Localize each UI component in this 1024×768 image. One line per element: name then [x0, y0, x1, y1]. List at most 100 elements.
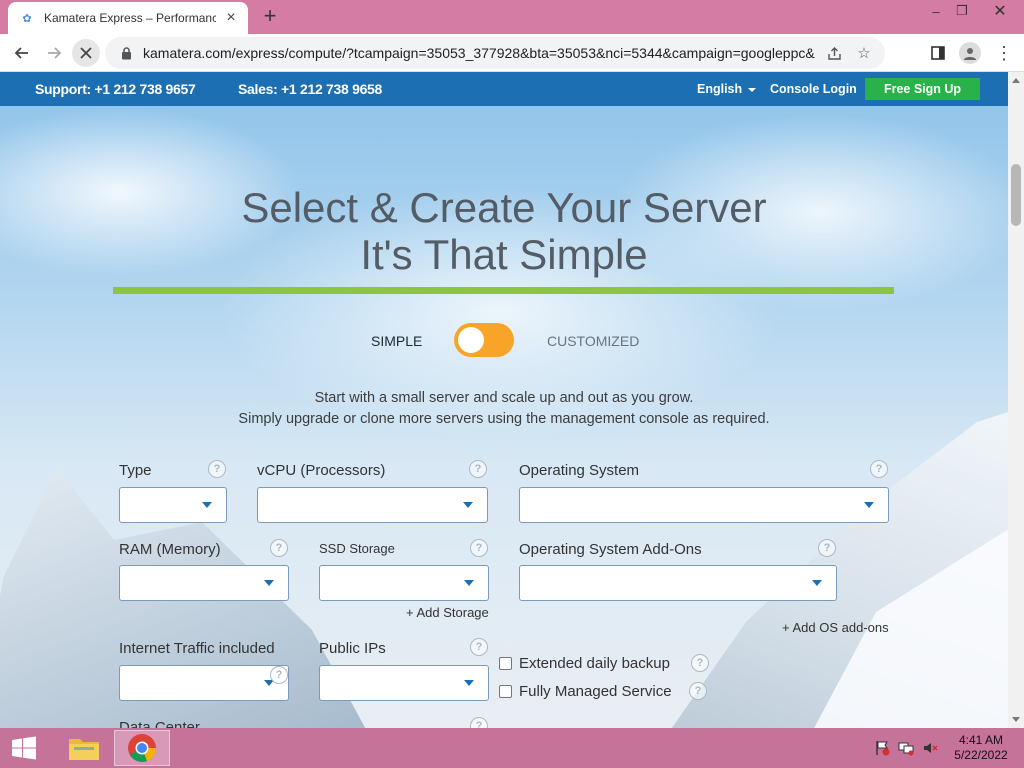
managed-service-checkbox[interactable] — [499, 685, 512, 698]
public-ips-select[interactable] — [319, 665, 489, 701]
stop-loading-button[interactable] — [72, 39, 100, 67]
mode-customized-label[interactable]: CUSTOMIZED — [547, 333, 639, 349]
browser-toolbar: kamatera.com/express/compute/?tcampaign=… — [0, 34, 1024, 72]
caret-down-icon — [864, 502, 874, 508]
title-line-2: It's That Simple — [360, 231, 648, 278]
free-signup-button[interactable]: Free Sign Up — [865, 78, 980, 100]
profile-avatar[interactable] — [959, 42, 981, 64]
data-center-help-icon[interactable]: ? — [470, 717, 488, 728]
chrome-taskbar-button[interactable] — [114, 730, 170, 766]
folder-icon — [69, 739, 99, 760]
windows-logo-icon — [12, 736, 36, 760]
system-clock[interactable]: 4:41 AM 5/22/2022 — [948, 733, 1014, 763]
url-text: kamatera.com/express/compute/?tcampaign=… — [143, 45, 815, 61]
type-select[interactable] — [119, 487, 227, 523]
clock-date: 5/22/2022 — [954, 748, 1008, 762]
scroll-up-arrow-icon[interactable] — [1012, 78, 1020, 83]
os-label: Operating System — [519, 462, 640, 479]
type-label: Type — [119, 462, 152, 479]
ram-help-icon[interactable]: ? — [270, 539, 288, 557]
traffic-help-icon[interactable]: ? — [270, 666, 288, 684]
side-panel-button[interactable] — [924, 39, 952, 67]
new-tab-button[interactable]: + — [258, 3, 282, 28]
daily-backup-checkbox[interactable] — [499, 657, 512, 670]
network-icon[interactable] — [898, 740, 914, 756]
close-window-button[interactable]: ✕ — [984, 0, 1016, 22]
add-os-addons-link[interactable]: + Add OS add-ons — [782, 620, 889, 635]
restore-window-button[interactable]: ❐ — [946, 0, 978, 22]
caret-down-icon — [464, 580, 474, 586]
action-center-flag-icon[interactable] — [874, 740, 890, 756]
internet-traffic-select[interactable] — [119, 665, 289, 701]
os-addons-select[interactable] — [519, 565, 837, 601]
kamatera-favicon-icon: ✿ — [22, 12, 32, 25]
browser-titlebar: ✿ Kamatera Express – Performance × + – ❐… — [0, 0, 1024, 34]
caret-down-icon — [464, 680, 474, 686]
intro-text: Start with a small server and scale up a… — [0, 388, 1008, 430]
volume-muted-icon[interactable] — [922, 740, 938, 756]
title-divider — [113, 287, 894, 294]
os-addons-label: Operating System Add-Ons — [519, 541, 702, 558]
ram-select[interactable] — [119, 565, 289, 601]
public-ips-help-icon[interactable]: ? — [470, 638, 488, 656]
browser-tab[interactable]: ✿ Kamatera Express – Performance × — [8, 2, 248, 34]
file-explorer-taskbar-button[interactable] — [56, 730, 112, 766]
internet-traffic-label: Internet Traffic included — [119, 640, 275, 657]
caret-down-icon — [812, 580, 822, 586]
start-button[interactable] — [4, 732, 44, 764]
arrow-left-icon — [14, 47, 28, 59]
daily-backup-help-icon[interactable]: ? — [691, 654, 709, 672]
ssd-help-icon[interactable]: ? — [470, 539, 488, 557]
language-selector[interactable]: English — [697, 82, 757, 96]
public-ips-label: Public IPs — [319, 640, 386, 657]
share-icon[interactable] — [823, 42, 845, 64]
tab-title: Kamatera Express – Performance — [44, 11, 216, 25]
vcpu-select[interactable] — [257, 487, 488, 523]
browser-menu-button[interactable]: ⋮ — [990, 39, 1018, 67]
ssd-storage-select[interactable] — [319, 565, 489, 601]
type-help-icon[interactable]: ? — [208, 460, 226, 478]
toggle-knob — [458, 327, 484, 353]
lock-icon — [119, 46, 133, 60]
address-bar[interactable]: kamatera.com/express/compute/?tcampaign=… — [105, 37, 885, 69]
caret-down-icon — [264, 580, 274, 586]
scroll-down-arrow-icon[interactable] — [1012, 717, 1020, 722]
back-button[interactable] — [8, 39, 36, 67]
caret-down-icon — [202, 502, 212, 508]
console-login-link[interactable]: Console Login — [770, 82, 857, 96]
page-scrollbar[interactable] — [1008, 72, 1024, 728]
arrow-right-icon — [48, 47, 62, 59]
bookmark-star-icon[interactable]: ☆ — [853, 42, 875, 64]
os-help-icon[interactable]: ? — [870, 460, 888, 478]
managed-service-label[interactable]: Fully Managed Service — [519, 683, 672, 700]
os-addons-help-icon[interactable]: ? — [818, 539, 836, 557]
support-phone[interactable]: Support: +1 212 738 9657 — [35, 81, 196, 97]
managed-service-help-icon[interactable]: ? — [689, 682, 707, 700]
site-topbar: Support: +1 212 738 9657 Sales: +1 212 7… — [0, 72, 1008, 106]
simple-customized-toggle[interactable] — [454, 323, 514, 357]
os-select[interactable] — [519, 487, 889, 523]
chevron-down-icon — [748, 87, 757, 92]
daily-backup-label[interactable]: Extended daily backup — [519, 655, 670, 672]
ssd-storage-label: SSD Storage — [319, 541, 395, 556]
windows-taskbar: 4:41 AM 5/22/2022 — [0, 728, 1024, 768]
forward-button[interactable] — [40, 39, 68, 67]
page-viewport: Support: +1 212 738 9657 Sales: +1 212 7… — [0, 72, 1008, 728]
close-icon — [80, 47, 92, 59]
intro-line-2: Simply upgrade or clone more servers usi… — [238, 411, 770, 427]
scrollbar-thumb[interactable] — [1011, 164, 1021, 226]
page-title: Select & Create Your Server It's That Si… — [0, 184, 1008, 278]
vcpu-help-icon[interactable]: ? — [469, 460, 487, 478]
add-storage-link[interactable]: + Add Storage — [406, 605, 489, 620]
caret-down-icon — [463, 502, 473, 508]
person-icon — [964, 48, 976, 60]
mode-simple-label[interactable]: SIMPLE — [371, 333, 422, 349]
sales-phone[interactable]: Sales: +1 212 738 9658 — [238, 81, 382, 97]
close-tab-icon[interactable]: × — [222, 9, 240, 27]
vcpu-label: vCPU (Processors) — [257, 462, 386, 479]
intro-line-1: Start with a small server and scale up a… — [314, 390, 694, 406]
data-center-label: Data Center — [119, 719, 200, 728]
side-panel-icon — [931, 46, 945, 60]
clock-time: 4:41 AM — [958, 733, 1004, 747]
chrome-icon — [128, 734, 157, 762]
